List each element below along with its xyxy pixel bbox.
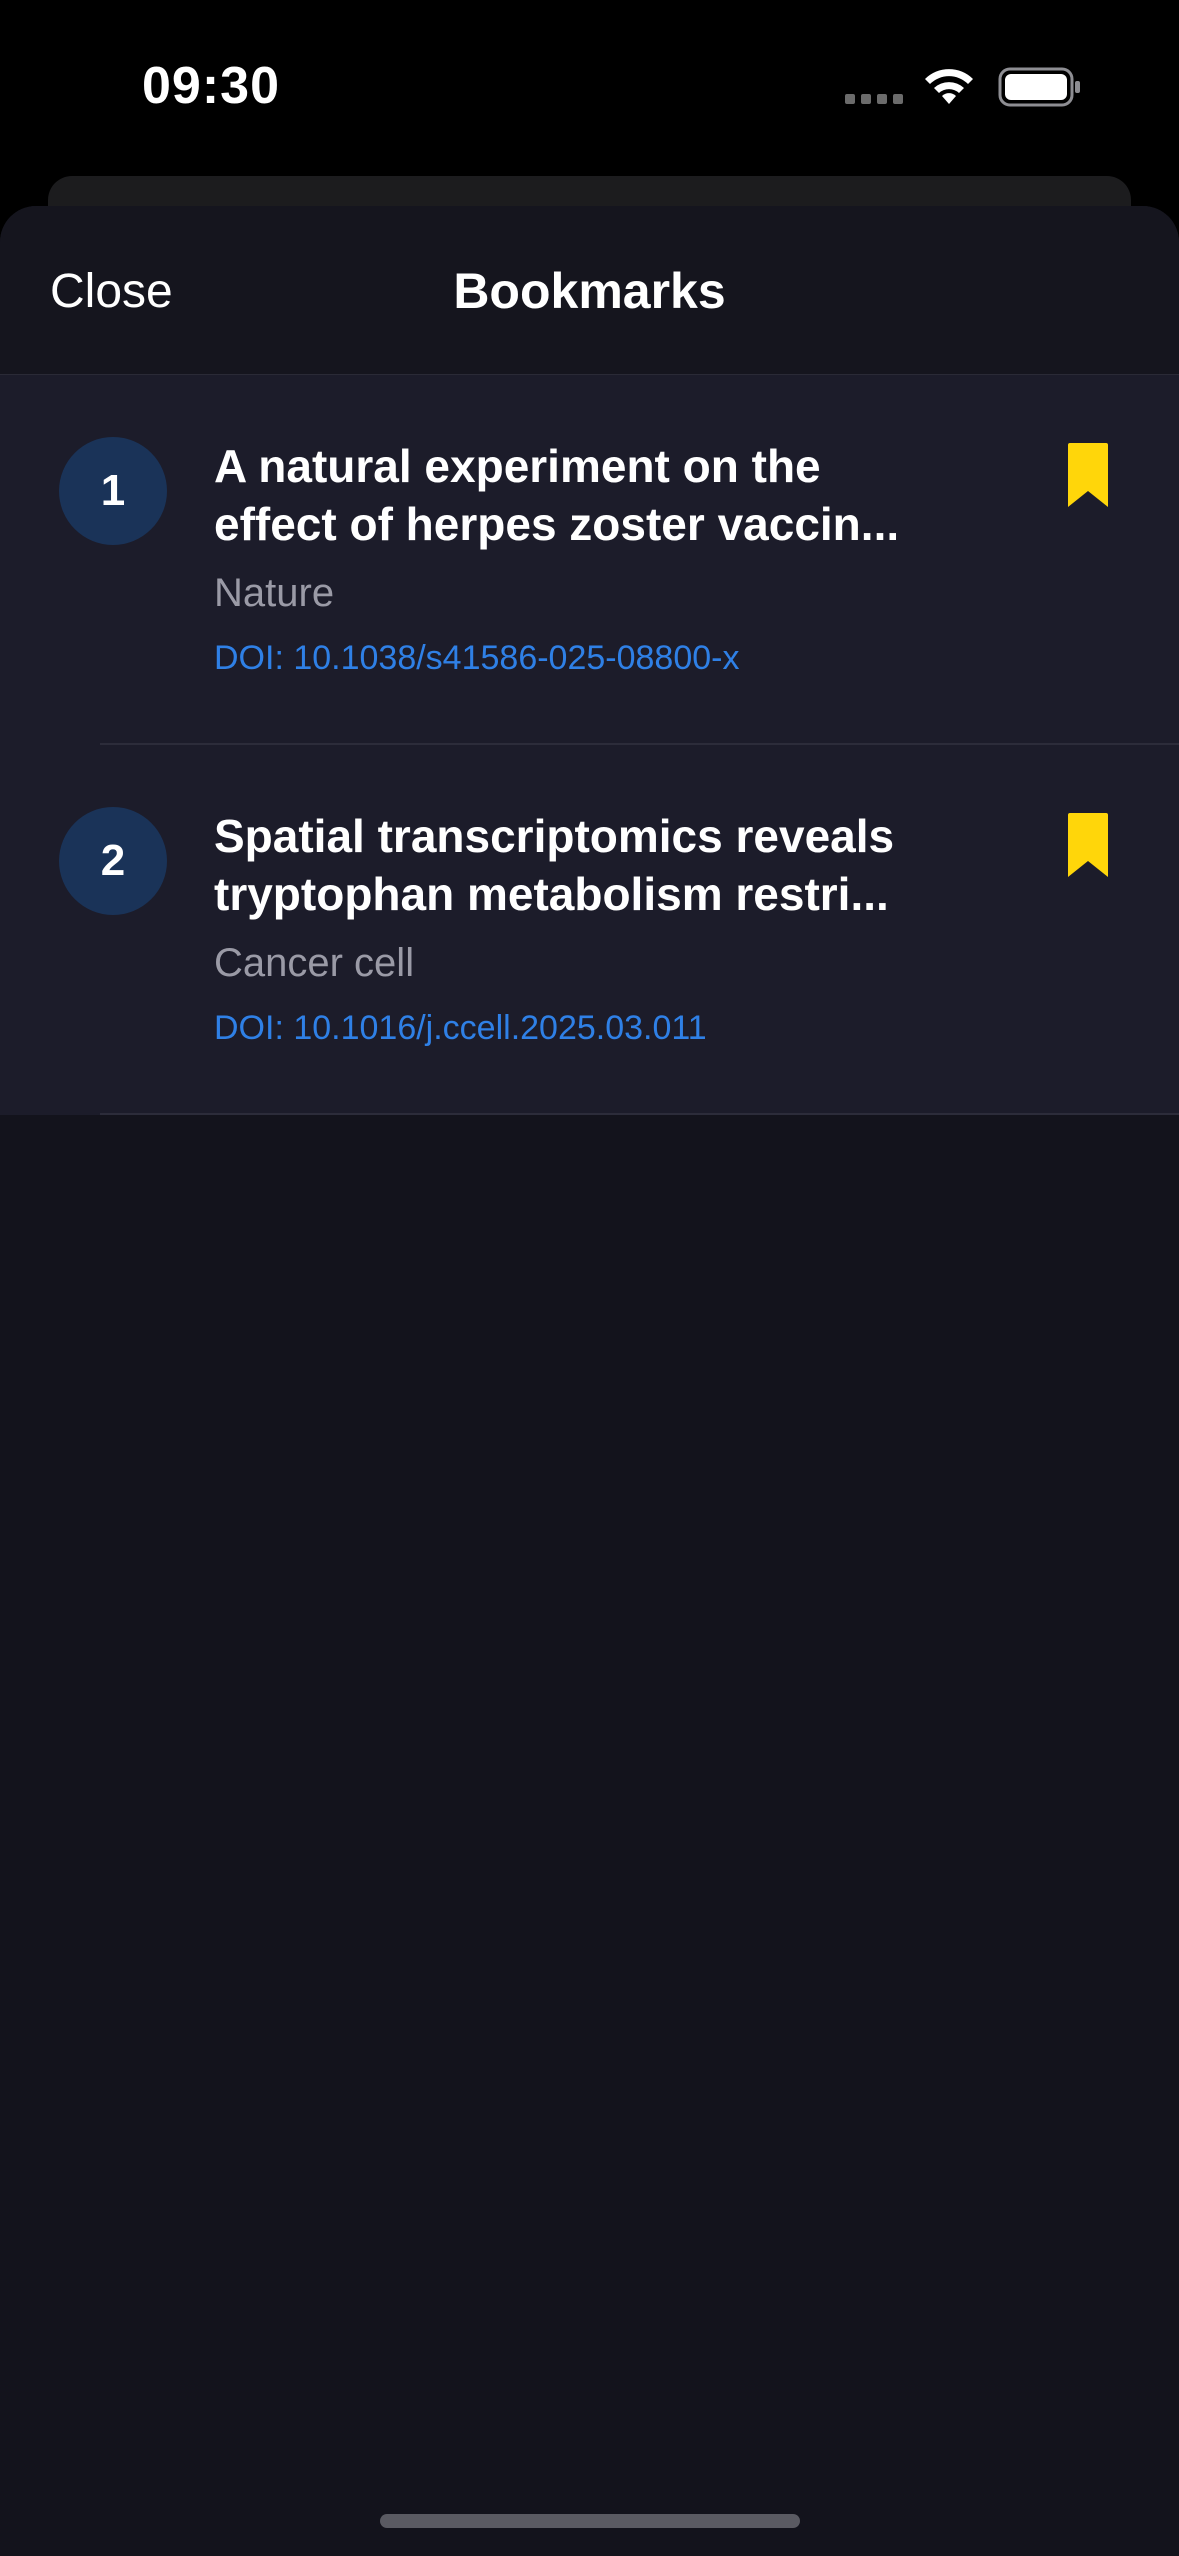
bookmarks-list: 1 A natural experiment on the effect of … [0,375,1179,1115]
bookmark-filled-icon[interactable] [1068,813,1108,877]
status-bar: 09:30 [0,0,1179,180]
wifi-icon [925,69,973,104]
row-divider [100,1113,1179,1115]
page-title: Bookmarks [453,263,726,319]
home-indicator[interactable] [380,2514,800,2528]
article-title-line: Spatial transcriptomics reveals [214,810,895,862]
cellular-signal-icon [845,94,905,104]
article-title-line: A natural experiment on the [214,440,821,492]
bookmark-filled-icon[interactable] [1068,443,1108,507]
index-badge: 1 [59,437,167,545]
status-time: 09:30 [142,57,280,115]
journal-name: Nature [214,571,335,615]
article-title-line: tryptophan metabolism restri... [214,868,889,920]
navigation-bar: Close Bookmarks [0,206,1179,375]
battery-icon [998,67,1080,107]
doi-link[interactable]: DOI: 10.1038/s41586-025-08800-x [214,639,739,678]
doi-link[interactable]: DOI: 10.1016/j.ccell.2025.03.011 [214,1009,707,1048]
article-title: A natural experiment on the effect of he… [214,437,954,553]
journal-name: Cancer cell [214,941,415,985]
bookmark-row[interactable]: 2 Spatial transcriptomics reveals trypto… [0,745,1179,1115]
index-badge: 2 [59,807,167,915]
bookmarks-sheet: Close Bookmarks 1 A natural experiment o… [0,206,1179,2556]
article-title: Spatial transcriptomics reveals tryptoph… [214,807,954,923]
bookmark-row[interactable]: 1 A natural experiment on the effect of … [0,375,1179,745]
article-title-line: effect of herpes zoster vaccin... [214,498,900,550]
